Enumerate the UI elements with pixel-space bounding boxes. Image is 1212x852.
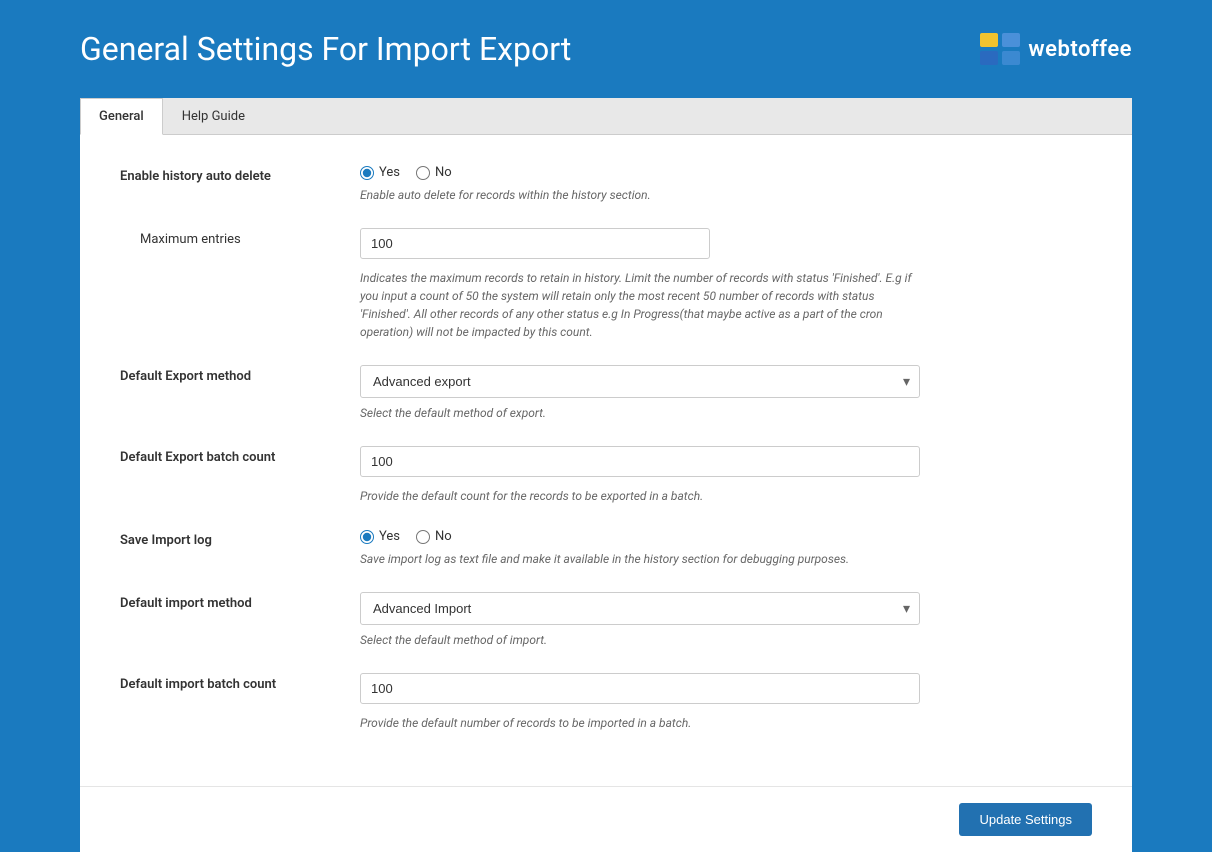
- enable-history-hint: Enable auto delete for records within th…: [360, 186, 920, 204]
- default-import-method-select[interactable]: Advanced Import Quick import: [360, 592, 920, 625]
- enable-history-yes-label: Yes: [379, 165, 400, 180]
- save-import-log-radio-group: Yes No: [360, 529, 920, 544]
- default-export-method-row: Default Export method Advanced export Qu…: [120, 365, 1092, 422]
- default-import-batch-hint: Provide the default number of records to…: [360, 714, 920, 732]
- tab-general[interactable]: General: [80, 98, 163, 135]
- save-import-log-hint: Save import log as text file and make it…: [360, 550, 920, 568]
- max-entries-input[interactable]: [360, 228, 710, 259]
- logo-sq-1: [980, 33, 998, 47]
- logo-sq-3: [980, 51, 998, 65]
- default-export-method-select[interactable]: Advanced export Quick export: [360, 365, 920, 398]
- default-export-method-hint: Select the default method of export.: [360, 404, 920, 422]
- enable-history-no-option[interactable]: No: [416, 165, 452, 180]
- default-import-method-control: Advanced Import Quick import ▾ Select th…: [360, 592, 920, 649]
- default-import-batch-control: Provide the default number of records to…: [360, 673, 920, 732]
- enable-history-yes-option[interactable]: Yes: [360, 165, 400, 180]
- default-export-batch-label: Default Export batch count: [120, 446, 340, 465]
- default-export-method-control: Advanced export Quick export ▾ Select th…: [360, 365, 920, 422]
- default-export-method-wrapper: Advanced export Quick export ▾: [360, 365, 920, 398]
- save-import-log-no-option[interactable]: No: [416, 529, 452, 544]
- save-import-log-control: Yes No Save import log as text file and …: [360, 529, 920, 568]
- default-export-method-label: Default Export method: [120, 365, 340, 384]
- save-import-log-label: Save Import log: [120, 529, 340, 548]
- logo-sq-2: [1002, 33, 1020, 47]
- max-entries-control: Indicates the maximum records to retain …: [360, 228, 920, 341]
- enable-history-label: Enable history auto delete: [120, 165, 340, 184]
- main-container: General Help Guide Enable history auto d…: [80, 98, 1132, 852]
- max-entries-hint: Indicates the maximum records to retain …: [360, 269, 920, 341]
- max-entries-label: Maximum entries: [120, 228, 340, 247]
- logo-sq-4: [1002, 51, 1020, 65]
- logo-text: webtoffee: [1028, 37, 1132, 62]
- default-export-batch-hint: Provide the default count for the record…: [360, 487, 920, 505]
- max-entries-row: Maximum entries Indicates the maximum re…: [120, 228, 1092, 341]
- enable-history-radio-group: Yes No: [360, 165, 920, 180]
- content-area: Enable history auto delete Yes No Enable…: [80, 135, 1132, 786]
- save-import-log-yes-label: Yes: [379, 529, 400, 544]
- default-export-batch-control: Provide the default count for the record…: [360, 446, 920, 505]
- default-import-batch-row: Default import batch count Provide the d…: [120, 673, 1092, 732]
- enable-history-no-radio[interactable]: [416, 166, 430, 180]
- enable-history-yes-radio[interactable]: [360, 166, 374, 180]
- default-import-method-wrapper: Advanced Import Quick import ▾: [360, 592, 920, 625]
- enable-history-control: Yes No Enable auto delete for records wi…: [360, 165, 920, 204]
- save-import-log-yes-option[interactable]: Yes: [360, 529, 400, 544]
- enable-history-no-label: No: [435, 165, 452, 180]
- save-import-log-no-radio[interactable]: [416, 530, 430, 544]
- footer-bar: Update Settings: [80, 786, 1132, 852]
- page-header: General Settings For Import Export webto…: [0, 0, 1212, 98]
- default-export-batch-row: Default Export batch count Provide the d…: [120, 446, 1092, 505]
- save-import-log-yes-radio[interactable]: [360, 530, 374, 544]
- default-import-batch-input[interactable]: [360, 673, 920, 704]
- default-import-method-row: Default import method Advanced Import Qu…: [120, 592, 1092, 649]
- tab-help-guide[interactable]: Help Guide: [163, 98, 264, 135]
- update-settings-button[interactable]: Update Settings: [959, 803, 1092, 836]
- logo-icon: [980, 33, 1020, 65]
- save-import-log-row: Save Import log Yes No Save import log a…: [120, 529, 1092, 568]
- enable-history-row: Enable history auto delete Yes No Enable…: [120, 165, 1092, 204]
- logo-area: webtoffee: [980, 33, 1132, 65]
- default-import-method-label: Default import method: [120, 592, 340, 611]
- default-import-batch-label: Default import batch count: [120, 673, 340, 692]
- page-title: General Settings For Import Export: [80, 30, 571, 68]
- default-export-batch-input[interactable]: [360, 446, 920, 477]
- save-import-log-no-label: No: [435, 529, 452, 544]
- default-import-method-hint: Select the default method of import.: [360, 631, 920, 649]
- tabs-bar: General Help Guide: [80, 98, 1132, 135]
